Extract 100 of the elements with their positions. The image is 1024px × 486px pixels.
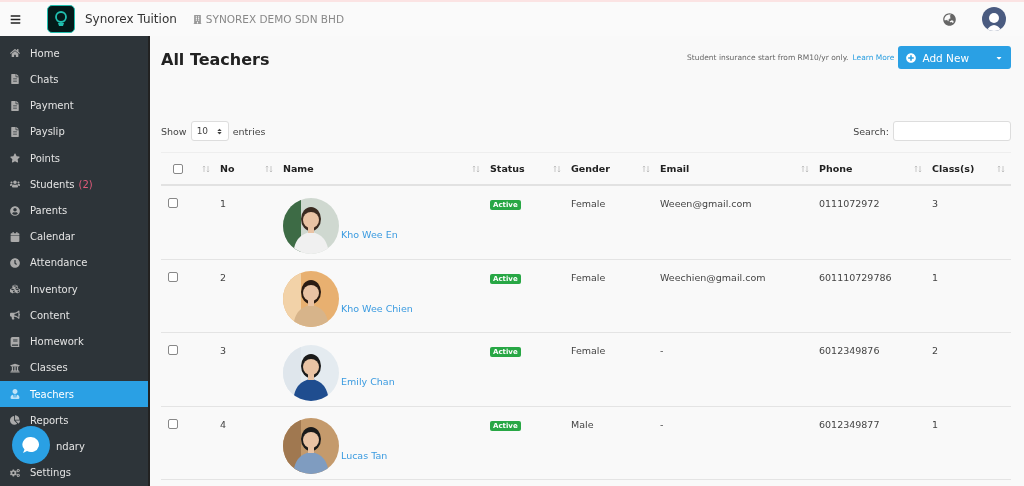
megaphone-icon [10,310,20,321]
sidebar-label: Homework [30,336,84,348]
sidebar-label: Points [30,152,61,164]
column-header: Status [490,163,525,174]
sort-icon[interactable] [642,164,650,173]
plus-icon [906,52,917,63]
sidebar-item[interactable]: Inventory [0,276,148,303]
sort-icon[interactable] [997,164,1005,173]
sidebar-label: Content [30,309,70,321]
table-cell: 601110729786 [819,271,892,283]
sidebar-label: Classes [30,362,68,374]
sidebar-label: Home [30,47,60,59]
search-field[interactable] [893,121,1011,141]
sidebar-item[interactable]: Home [0,40,148,67]
sort-icon [215,127,223,135]
table-cell: Female [571,271,606,283]
pie-chart-icon [10,415,20,426]
sort-icon[interactable] [202,164,210,173]
select-all-checkbox[interactable] [173,163,183,174]
sidebar-label: Reports [30,414,69,426]
menu-icon[interactable] [10,13,21,25]
sidebar-item[interactable]: Parents [0,197,148,224]
row-checkbox[interactable] [168,198,178,208]
boxes-icon [10,284,20,295]
sidebar-item[interactable]: Payment [0,92,148,119]
page-title: All Teachers [161,50,270,69]
table-cell: 6012349877 [819,418,880,430]
row-checkbox[interactable] [168,418,178,429]
sidebar-label: Settings [30,467,71,479]
show-label: Show [161,125,187,137]
sidebar-label: Teachers [30,388,74,400]
table-cell: 2 [220,271,227,283]
sort-icon[interactable] [265,164,273,173]
users-icon [10,179,20,190]
building-icon [192,14,202,24]
sidebar-label: Payment [30,100,74,112]
document-icon [10,126,20,137]
sidebar-item[interactable]: ndary [0,433,148,460]
brand-name: Synorex Tuition [85,12,177,26]
sidebar-item[interactable]: Homework [0,328,148,355]
sort-icon[interactable] [914,164,922,173]
sidebar-item[interactable]: Payslip [0,118,148,145]
sort-icon[interactable] [472,164,480,173]
table-cell: 1 [932,418,939,430]
table-cell: Weeen@gmail.com [660,198,752,209]
document-icon [10,100,20,111]
table-cell: 4 [220,418,227,430]
sort-icon[interactable] [801,164,809,173]
row-checkbox[interactable] [168,345,178,355]
table-cell: 2 [932,345,939,356]
settings-icon [10,467,20,478]
sort-icon[interactable] [553,164,561,173]
table-cell: Male [571,418,594,430]
star-icon [10,153,20,164]
calendar-icon [10,231,20,242]
sidebar-label: Attendance [30,257,88,269]
table-cell: Female [571,198,606,209]
table-cell: Female [571,345,606,356]
table-cell: 0111072972 [819,198,880,209]
sidebar-label: ndary [56,441,85,453]
column-header: Name [283,163,314,174]
table-cell: - [660,418,664,430]
entries-label: entries [232,125,266,137]
column-header: No [220,163,235,174]
sidebar-item[interactable]: Points [0,144,148,172]
sidebar-item[interactable]: Attendance [0,249,148,277]
column-header: Phone [819,163,853,174]
document-icon [10,74,20,85]
row-checkbox[interactable] [168,271,178,282]
table-cell: Weechien@gmail.com [660,271,766,283]
page-size-select[interactable]: 10 [190,121,229,141]
building-icon [10,362,20,373]
sidebar-item[interactable]: Reports [0,407,148,434]
clock-icon [10,258,20,268]
sidebar-label: Chats [30,73,59,85]
company-name: SYNOREX DEMO SDN BHD [205,13,345,25]
sidebar-label: Inventory [30,283,78,295]
sidebar-label: Calendar [30,231,75,243]
chat-icon [21,435,41,455]
sidebar-item[interactable]: Chats [0,66,148,93]
sidebar-label: Students [30,178,75,190]
sidebar-item[interactable]: Students (2) [0,171,148,198]
globe-icon[interactable] [943,12,956,26]
user-icon [10,389,20,400]
table-cell: 3 [932,198,939,209]
table-cell: 6012349876 [819,345,880,356]
sidebar-item[interactable]: Settings [0,459,148,486]
sidebar-label: Payslip [30,126,65,138]
table-cell: 1 [220,198,227,209]
search-label: Search: [853,125,889,137]
avatar-icon[interactable] [982,7,1006,31]
table-cell: 1 [932,271,939,283]
sidebar-item[interactable]: Calendar [0,223,148,250]
count-label: (2) [78,178,93,190]
sidebar-item[interactable]: Classes [0,354,148,382]
book-icon [10,336,20,347]
sidebar-label: Parents [30,205,68,216]
home-icon [10,48,20,59]
sidebar-item[interactable]: Content [0,302,148,329]
logo-icon [47,5,75,33]
